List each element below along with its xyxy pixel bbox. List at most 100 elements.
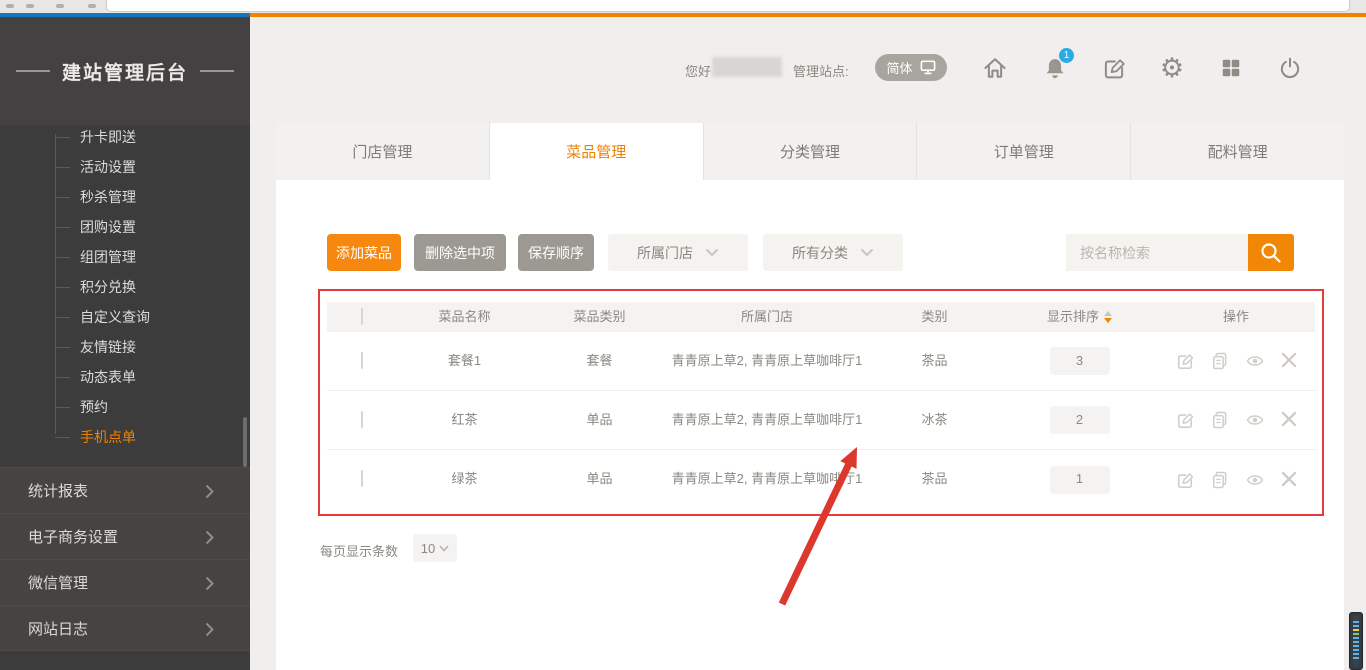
- row-checkbox[interactable]: [361, 470, 363, 487]
- row-delete-button[interactable]: [1280, 351, 1298, 371]
- store-filter-dropdown[interactable]: 所属门店: [608, 234, 748, 271]
- col-dish-type: 菜品类别: [532, 308, 667, 327]
- scrollbar-marker-widget[interactable]: [1349, 612, 1363, 670]
- sidebar-item-dynamic-form[interactable]: 动态表单: [0, 362, 250, 392]
- row-edit-button[interactable]: [1175, 410, 1195, 430]
- browser-address-bar: [0, 0, 1366, 13]
- dish-category: 茶品: [867, 352, 1002, 371]
- save-order-button[interactable]: 保存顺序: [518, 234, 594, 271]
- row-copy-button[interactable]: [1210, 410, 1230, 430]
- dish-store: 青青原上草2, 青青原上草咖啡厅1: [667, 411, 867, 430]
- tab-ingredient-management[interactable]: 配料管理: [1131, 123, 1344, 180]
- browser-icon: [56, 4, 64, 8]
- sort-order-field[interactable]: 1: [1050, 466, 1110, 494]
- delete-x-icon: [1280, 351, 1298, 369]
- notification-badge: 1: [1059, 48, 1074, 63]
- dish-name: 红茶: [397, 411, 532, 430]
- sidebar-item-custom-query[interactable]: 自定义查询: [0, 302, 250, 332]
- sidebar: 建站管理后台 升卡即送 活动设置 秒杀管理 团购设置 组团管理 积分兑换 自定义…: [0, 17, 250, 670]
- dish-name: 套餐1: [397, 352, 532, 371]
- search-box: [1066, 234, 1294, 271]
- sidebar-section-wechat[interactable]: 微信管理: [0, 559, 250, 605]
- copy-icon: [1210, 470, 1230, 490]
- tab-store-management[interactable]: 门店管理: [276, 123, 490, 180]
- sort-toggle[interactable]: [1104, 311, 1112, 323]
- tab-dish-management-active[interactable]: 菜品管理: [490, 123, 704, 180]
- tab-category-management[interactable]: 分类管理: [704, 123, 918, 180]
- tab-order-management[interactable]: 订单管理: [917, 123, 1131, 180]
- sidebar-scrollbar-thumb[interactable]: [243, 417, 247, 467]
- sidebar-section-statistics[interactable]: 统计报表: [0, 467, 250, 513]
- browser-icon: [88, 4, 96, 8]
- sidebar-section-site-log[interactable]: 网站日志: [0, 605, 250, 651]
- monitor-icon: [920, 60, 936, 75]
- row-preview-button[interactable]: [1245, 351, 1265, 371]
- sidebar-item-group-mgmt[interactable]: 组团管理: [0, 242, 250, 272]
- title-dash: [16, 70, 50, 72]
- grid-icon: [1219, 56, 1243, 80]
- delete-x-icon: [1280, 470, 1298, 488]
- sidebar-item-groupbuy[interactable]: 团购设置: [0, 212, 250, 242]
- row-checkbox[interactable]: [361, 352, 363, 369]
- sort-order-field[interactable]: 2: [1050, 406, 1110, 434]
- row-delete-button[interactable]: [1280, 410, 1298, 430]
- main-area: 您好 管理站点: 简体 1 ⚙ 门店管理 菜品管理 分类管理: [250, 17, 1366, 670]
- browser-icon: [26, 4, 34, 8]
- dish-store: 青青原上草2, 青青原上草咖啡厅1: [667, 352, 867, 371]
- logout-button[interactable]: [1274, 52, 1306, 84]
- app-title: 建站管理后台: [62, 58, 188, 85]
- row-checkbox[interactable]: [361, 411, 363, 428]
- edit-button[interactable]: [1098, 52, 1130, 84]
- sort-asc-icon: [1104, 311, 1112, 316]
- dish-category: 茶品: [867, 470, 1002, 489]
- row-edit-button[interactable]: [1175, 351, 1195, 371]
- scrollbar-marker-stripes: [1353, 616, 1359, 666]
- category-filter-dropdown[interactable]: 所有分类: [763, 234, 903, 271]
- sidebar-item-card-gift[interactable]: 升卡即送: [0, 125, 250, 152]
- dish-type: 单品: [532, 411, 667, 430]
- col-category: 类别: [867, 308, 1002, 327]
- chevron-down-icon: [860, 248, 874, 257]
- notifications-button[interactable]: 1: [1039, 52, 1071, 84]
- chevron-right-icon: [205, 576, 214, 591]
- page-size-label: 每页显示条数: [320, 541, 398, 560]
- sidebar-item-activity-settings[interactable]: 活动设置: [0, 152, 250, 182]
- select-all-checkbox[interactable]: [361, 308, 363, 325]
- row-preview-button[interactable]: [1245, 410, 1265, 430]
- sort-desc-icon: [1104, 318, 1112, 323]
- row-edit-button[interactable]: [1175, 470, 1195, 490]
- sidebar-section-ecommerce[interactable]: 电子商务设置: [0, 513, 250, 559]
- home-button[interactable]: [979, 52, 1011, 84]
- language-pill-button[interactable]: 简体: [875, 54, 947, 81]
- dish-name: 绿茶: [397, 470, 532, 489]
- page-size-select[interactable]: 10: [413, 534, 457, 562]
- username-redacted: [712, 57, 782, 77]
- search-input[interactable]: [1066, 234, 1248, 271]
- edit-icon: [1175, 470, 1195, 490]
- chevron-down-icon: [705, 248, 719, 257]
- sidebar-sections: 统计报表 电子商务设置 微信管理 网站日志: [0, 467, 250, 651]
- add-dish-button[interactable]: 添加菜品: [327, 234, 401, 271]
- sidebar-item-mobile-ordering-active[interactable]: 手机点单: [0, 422, 250, 452]
- edit-icon: [1175, 351, 1195, 371]
- site-label: 管理站点:: [793, 61, 849, 80]
- sidebar-header: 建站管理后台: [0, 17, 250, 125]
- chevron-right-icon: [205, 530, 214, 545]
- sidebar-item-points[interactable]: 积分兑换: [0, 272, 250, 302]
- row-copy-button[interactable]: [1210, 351, 1230, 371]
- row-copy-button[interactable]: [1210, 470, 1230, 490]
- apps-grid-button[interactable]: [1215, 52, 1247, 84]
- row-delete-button[interactable]: [1280, 470, 1298, 490]
- copy-icon: [1210, 410, 1230, 430]
- eye-icon: [1245, 410, 1265, 430]
- sidebar-item-seckill[interactable]: 秒杀管理: [0, 182, 250, 212]
- delete-selected-button[interactable]: 删除选中项: [414, 234, 506, 271]
- search-button[interactable]: [1248, 234, 1294, 271]
- address-field[interactable]: [106, 0, 1350, 12]
- sort-order-field[interactable]: 3: [1050, 347, 1110, 375]
- sidebar-item-links[interactable]: 友情链接: [0, 332, 250, 362]
- sidebar-item-reservation[interactable]: 预约: [0, 392, 250, 422]
- row-preview-button[interactable]: [1245, 470, 1265, 490]
- settings-button[interactable]: ⚙: [1156, 52, 1188, 84]
- tabbar: 门店管理 菜品管理 分类管理 订单管理 配料管理: [276, 123, 1344, 180]
